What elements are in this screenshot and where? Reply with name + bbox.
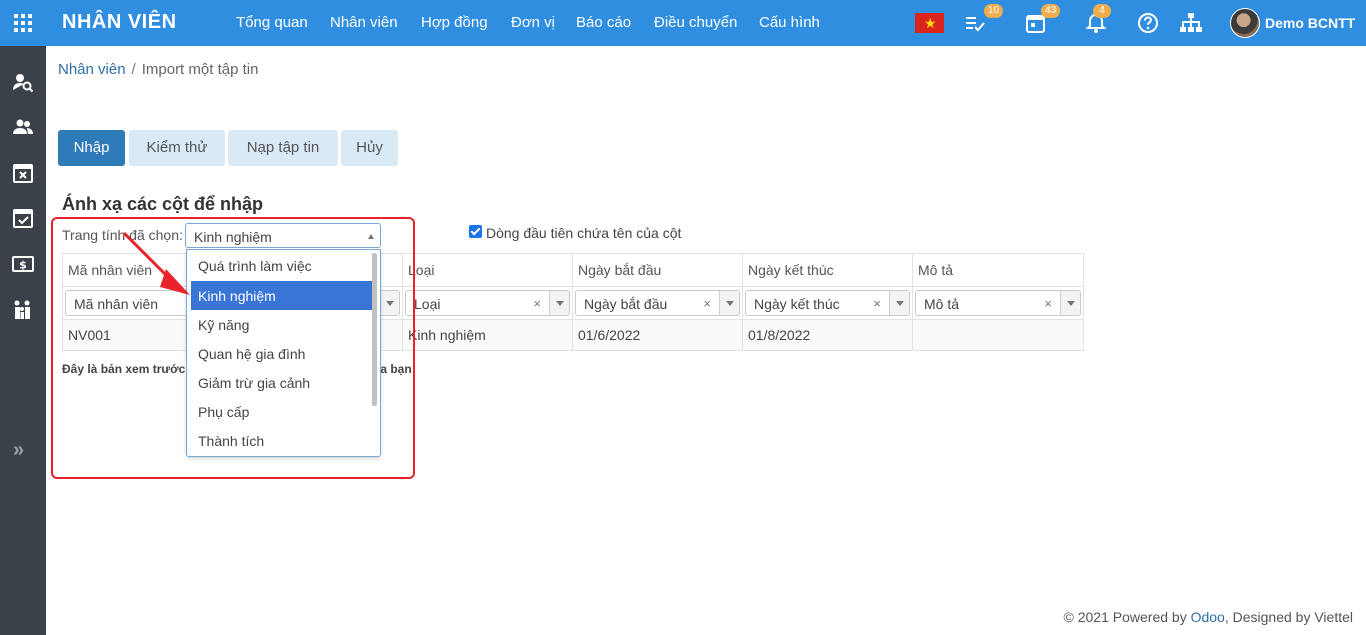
- column-header: Loại: [402, 253, 573, 287]
- apps-grid-icon[interactable]: [14, 14, 32, 32]
- dropdown-option[interactable]: Phụ cấp: [191, 397, 372, 426]
- breadcrumb: Nhân viên / Import một tập tin: [58, 61, 258, 78]
- field-select-cell: Ngày kết thúc ×: [742, 286, 913, 320]
- test-button[interactable]: Kiểm thử: [129, 130, 225, 166]
- task-list-icon[interactable]: 10: [964, 4, 1004, 34]
- calendar-count-badge: 43: [1041, 4, 1061, 18]
- column-header: Ngày bắt đầu: [572, 253, 743, 287]
- clear-icon[interactable]: ×: [1044, 296, 1052, 311]
- nav-contracts[interactable]: Hợp đồng: [421, 14, 488, 31]
- nav-units[interactable]: Đơn vị: [511, 14, 555, 31]
- field-select[interactable]: Ngày kết thúc ×: [745, 290, 910, 316]
- users-icon[interactable]: [12, 116, 34, 138]
- table-cell: 01/6/2022: [572, 319, 743, 351]
- dropdown-scrollbar[interactable]: [372, 253, 377, 406]
- sheet-label: Trang tính đã chọn:: [62, 227, 183, 243]
- calendar-icon[interactable]: 43: [1025, 4, 1061, 34]
- nav-overview[interactable]: Tổng quan: [236, 14, 308, 31]
- clear-icon[interactable]: ×: [873, 296, 881, 311]
- dropdown-option-selected[interactable]: Kinh nghiệm: [191, 281, 372, 310]
- field-select-value: Ngày bắt đầu: [584, 296, 668, 312]
- field-select[interactable]: Loại ×: [405, 290, 570, 316]
- calendar-check-icon[interactable]: [12, 207, 34, 229]
- breadcrumb-current: Import một tập tin: [141, 61, 259, 78]
- chevron-down-icon[interactable]: [549, 291, 569, 315]
- cancel-button[interactable]: Hủy: [341, 130, 398, 166]
- footer-prefix: © 2021 Powered by: [1063, 609, 1187, 625]
- field-select-cell: Ngày bắt đầu ×: [572, 286, 743, 320]
- org-chart-icon[interactable]: [1179, 12, 1202, 34]
- money-icon[interactable]: $: [12, 253, 34, 275]
- footer-suffix: , Designed by Viettel: [1224, 609, 1353, 625]
- calendar-x-icon[interactable]: [12, 162, 34, 184]
- tasks-count-badge: 10: [984, 4, 1004, 18]
- nav-settings[interactable]: Cấu hình: [759, 14, 820, 31]
- app-title[interactable]: NHÂN VIÊN: [62, 11, 177, 34]
- svg-text:$: $: [19, 259, 27, 272]
- breadcrumb-separator: /: [131, 61, 136, 78]
- column-header: Mô tả: [912, 253, 1084, 287]
- expand-sidebar-icon[interactable]: »: [13, 440, 24, 460]
- bell-icon[interactable]: 4: [1085, 4, 1111, 34]
- field-select-value: Ngày kết thúc: [754, 296, 840, 312]
- field-select[interactable]: Ngày bắt đầu ×: [575, 290, 740, 316]
- column-header: Ngày kết thúc: [742, 253, 913, 287]
- dropdown-option[interactable]: Thành tích: [191, 426, 372, 455]
- chevron-down-icon[interactable]: [889, 291, 909, 315]
- preview-note: Đây là bản xem trước: [62, 362, 186, 376]
- help-icon[interactable]: [1137, 12, 1159, 34]
- user-search-icon[interactable]: [12, 71, 34, 93]
- notifications-count-badge: 4: [1093, 4, 1111, 18]
- odoo-link[interactable]: Odoo: [1191, 609, 1225, 625]
- family-icon[interactable]: [12, 299, 34, 321]
- first-row-header-label[interactable]: Dòng đầu tiên chứa tên của cột: [486, 225, 681, 241]
- field-select-cell: Loại ×: [402, 286, 573, 320]
- field-select-cell: Mô tả ×: [912, 286, 1084, 320]
- breadcrumb-parent[interactable]: Nhân viên: [58, 61, 126, 78]
- chevron-down-icon[interactable]: [719, 291, 739, 315]
- dropdown-option[interactable]: Quá trình làm việc: [191, 251, 372, 280]
- footer: © 2021 Powered by Odoo, Designed by Viet…: [1064, 609, 1353, 625]
- vietnam-flag-icon[interactable]: ★: [915, 13, 944, 33]
- nav-employees[interactable]: Nhân viên: [330, 14, 398, 31]
- top-navbar: NHÂN VIÊN Tổng quan Nhân viên Hợp đồng Đ…: [0, 0, 1366, 46]
- first-row-header-checkbox[interactable]: [469, 225, 482, 238]
- left-sidebar: $ »: [0, 46, 46, 635]
- field-select[interactable]: Mô tả ×: [915, 290, 1081, 316]
- field-select-value: Mã nhân viên: [74, 296, 159, 312]
- chevron-down-icon[interactable]: [379, 291, 399, 315]
- clear-icon[interactable]: ×: [533, 296, 541, 311]
- import-button[interactable]: Nhập: [58, 130, 125, 166]
- field-select-value: Mô tả: [924, 296, 960, 312]
- nav-transfers[interactable]: Điều chuyển: [654, 14, 737, 31]
- nav-reports[interactable]: Báo cáo: [576, 14, 631, 31]
- load-file-button[interactable]: Nạp tập tin: [228, 130, 338, 166]
- user-name[interactable]: Demo BCNTT: [1265, 15, 1355, 31]
- table-cell: 01/8/2022: [742, 319, 913, 351]
- dropdown-option[interactable]: Giảm trừ gia cảnh: [191, 368, 372, 397]
- table-cell: Kinh nghiệm: [402, 319, 573, 351]
- mapping-title: Ánh xạ các cột để nhập: [62, 194, 264, 214]
- dropdown-option[interactable]: Quan hệ gia đình: [191, 339, 372, 368]
- chevron-down-icon[interactable]: [1060, 291, 1080, 315]
- clear-icon[interactable]: ×: [703, 296, 711, 311]
- caret-up-icon: [368, 234, 374, 239]
- dropdown-option[interactable]: Kỹ năng: [191, 310, 372, 339]
- table-cell: [912, 319, 1084, 351]
- user-avatar[interactable]: [1230, 8, 1260, 38]
- sheet-select[interactable]: Kinh nghiệm: [185, 223, 381, 248]
- field-select-value: Loại: [414, 296, 441, 312]
- sheet-select-value: Kinh nghiệm: [194, 229, 272, 245]
- sheet-dropdown-list: Quá trình làm việc Kinh nghiệm Kỹ năng Q…: [186, 249, 381, 457]
